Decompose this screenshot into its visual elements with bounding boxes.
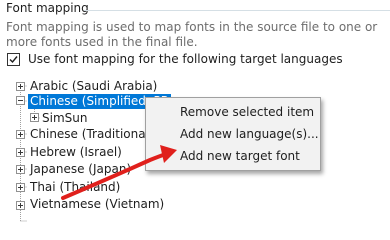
expand-toggle-arabic[interactable] [16, 82, 25, 91]
tree-item-label: Thai (Thailand) [30, 180, 121, 194]
tree-item-label: Hebrew (Israel) [30, 145, 122, 159]
use-font-mapping-option[interactable]: Use font mapping for the following targe… [7, 51, 343, 67]
tree-item-label: Vietnamese (Vietnam) [30, 197, 165, 211]
section-description: Font mapping is used to map fonts in the… [6, 20, 378, 49]
use-font-mapping-label: Use font mapping for the following targe… [28, 52, 343, 66]
expand-toggle-japanese[interactable] [16, 165, 25, 174]
use-font-mapping-checkbox[interactable] [7, 52, 20, 66]
tree-item-vietnamese[interactable]: Vietnamese (Vietnam) [28, 196, 166, 213]
expand-toggle-simsun[interactable] [30, 113, 39, 122]
collapse-toggle-chinese-simplified[interactable] [16, 96, 25, 105]
tree-item-label: SimSun [42, 111, 88, 125]
section-title: Font mapping [6, 1, 89, 15]
tree-item-thai[interactable]: Thai (Thailand) [28, 179, 122, 196]
tree-item-simsun[interactable]: SimSun [40, 110, 89, 127]
tree-item-japanese[interactable]: Japanese (Japan) [28, 161, 133, 178]
expand-toggle-chinese-traditional[interactable] [16, 130, 25, 139]
tree-item-hebrew[interactable]: Hebrew (Israel) [28, 144, 124, 161]
checkmark-icon [9, 55, 18, 63]
menu-item-add-new-language[interactable]: Add new language(s)... [180, 124, 319, 144]
expand-toggle-vietnamese[interactable] [16, 201, 25, 210]
expand-toggle-hebrew[interactable] [16, 148, 25, 157]
menu-item-remove-selected[interactable]: Remove selected item [180, 102, 314, 122]
tree-item-label: Japanese (Japan) [30, 162, 132, 176]
expand-toggle-thai[interactable] [16, 183, 25, 192]
tree-item-label: Arabic (Saudi Arabia) [30, 79, 158, 93]
context-menu: Remove selected item Add new language(s)… [145, 97, 321, 171]
section-divider [84, 10, 390, 11]
menu-item-add-new-target-font[interactable]: Add new target font [180, 146, 300, 166]
